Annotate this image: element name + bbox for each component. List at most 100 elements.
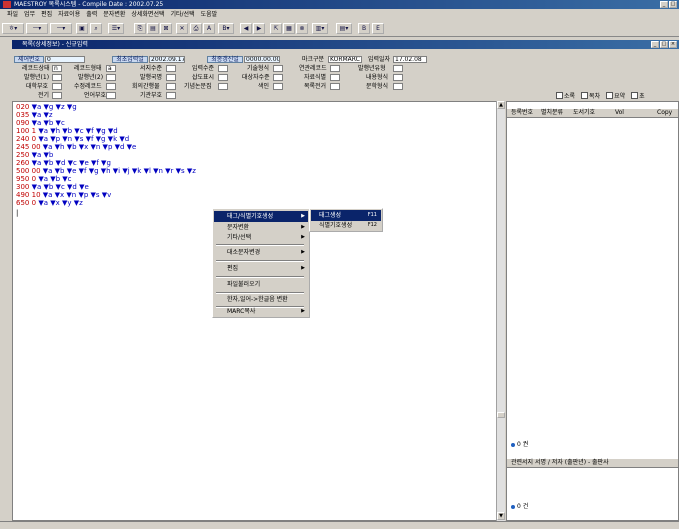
close-doc-icon[interactable]: ⊗ bbox=[296, 23, 308, 34]
export-icon[interactable]: E bbox=[372, 23, 384, 34]
menu-print[interactable]: 출력 bbox=[83, 10, 100, 19]
illus-field[interactable] bbox=[218, 74, 228, 81]
marc-line[interactable]: 020 ▼a ▼g ▼z ▼g bbox=[16, 103, 77, 111]
control-number-label: 제어번호 bbox=[14, 56, 44, 63]
menu-item-marc-copy[interactable]: MARC복사 ▶ bbox=[214, 306, 308, 317]
scroll-down-icon[interactable]: ▼ bbox=[497, 512, 505, 520]
input-level-field[interactable] bbox=[218, 65, 228, 72]
marc-line[interactable]: 500 00 ▼a ▼b ▼e ▼f ▼g ▼h ▼i ▼j ▼k ▼l ▼n … bbox=[16, 167, 196, 175]
menu-item-edit[interactable]: 편집 ▶ bbox=[214, 263, 308, 274]
menu-file[interactable]: 파일 bbox=[4, 10, 21, 19]
menu-etc[interactable]: 기타/선택 bbox=[168, 10, 198, 19]
sub-minimize-icon[interactable]: _ bbox=[651, 41, 659, 48]
copy-icon[interactable]: ⎘ bbox=[134, 23, 146, 34]
modified-rec-field[interactable] bbox=[106, 83, 116, 90]
marc-line[interactable]: 245 00 ▼a ▼h ▼b ▼x ▼n ▼p ▼d ▼e bbox=[16, 143, 136, 151]
save-icon[interactable]: ▣ bbox=[76, 23, 88, 34]
control-number-field[interactable]: 0 bbox=[45, 56, 85, 63]
festschrift-field[interactable] bbox=[218, 83, 228, 90]
toolbar-combo-3[interactable]: ㅡ▾ bbox=[50, 23, 72, 34]
lang-code-field[interactable] bbox=[106, 92, 116, 99]
marc-line[interactable]: 250 ▼a ▼b bbox=[16, 151, 53, 159]
marc-line[interactable]: 650 0 ▼a ▼x ▼y ▼z bbox=[16, 199, 83, 207]
literary-form-field[interactable] bbox=[393, 83, 403, 90]
menu-item-load-file[interactable]: 파일불러오기 bbox=[214, 279, 308, 290]
menu-item-tag-generate[interactable]: 태그/식별기호생성 ▶ bbox=[214, 211, 308, 222]
illus-label: 삽도표시 bbox=[192, 74, 215, 81]
marc-line[interactable]: 260 ▼a ▼b ▼d ▼c ▼e ▼f ▼g bbox=[16, 159, 111, 167]
sub-maximize-icon[interactable]: □ bbox=[660, 41, 668, 48]
delete-icon[interactable]: ✕ bbox=[176, 23, 188, 34]
pub-year1-field[interactable] bbox=[52, 74, 62, 81]
pub-year-type-field[interactable] bbox=[393, 65, 403, 72]
rec-type-field[interactable]: a bbox=[106, 65, 116, 72]
univ-code-field[interactable] bbox=[52, 83, 62, 90]
menu-work[interactable]: 업무 bbox=[21, 10, 38, 19]
menu-data[interactable]: 자료이용 bbox=[55, 10, 83, 19]
rec-status-field[interactable]: n bbox=[52, 65, 62, 72]
select-icon[interactable]: ⇱ bbox=[270, 23, 282, 34]
text-cursor: | bbox=[16, 209, 19, 217]
view-dropdown[interactable]: ▥▾ bbox=[312, 23, 328, 34]
biblio-level-label: 서지수준 bbox=[140, 65, 163, 72]
check-summary[interactable]: 소록 bbox=[556, 91, 575, 100]
org-code-field[interactable] bbox=[166, 92, 176, 99]
desc-form-field[interactable] bbox=[273, 65, 283, 72]
catalog-auth-field[interactable] bbox=[330, 83, 340, 90]
menu-item-hanja-convert[interactable]: 한자,일어->한글음 변환 bbox=[214, 294, 308, 305]
material-id-field[interactable] bbox=[330, 74, 340, 81]
mode-dropdown[interactable]: ▤▾ bbox=[336, 23, 352, 34]
editor-scrollbar[interactable]: ▲ ▼ bbox=[496, 101, 505, 521]
audience-label: 대상자수준 bbox=[242, 74, 270, 81]
sub-close-icon[interactable]: × bbox=[669, 41, 677, 48]
biography-field[interactable] bbox=[52, 92, 62, 99]
marc-line[interactable]: 100 1 ▼a ▼h ▼b ▼c ▼f ▼g ▼d bbox=[16, 127, 118, 135]
marc-line[interactable]: 950 0 ▼a ▼b ▼c bbox=[16, 175, 72, 183]
biblio-level-field[interactable] bbox=[166, 65, 176, 72]
last-update-field[interactable]: 0000.00.00 bbox=[244, 56, 280, 63]
linked-rec-field[interactable] bbox=[330, 65, 340, 72]
check-extra[interactable]: 초 bbox=[631, 91, 645, 100]
marc-line[interactable]: 490 10 ▼a ▼x ▼n ▼p ▼s ▼v bbox=[16, 191, 111, 199]
related-header: 관련서지 서명 / 저자 (출판년) - 출판사 bbox=[507, 458, 678, 468]
input-date-field[interactable]: 17.02.08 bbox=[393, 56, 427, 63]
menu-help[interactable]: 도움말 bbox=[198, 10, 221, 19]
content-form-field[interactable] bbox=[393, 74, 403, 81]
marc-line[interactable]: 240 0 ▼a ▼p ▼n ▼s ▼f ▼g ▼k ▼d bbox=[16, 135, 129, 143]
list-icon[interactable]: ☰▾ bbox=[108, 23, 124, 34]
check-abstract[interactable]: 요약 bbox=[606, 91, 625, 100]
audience-field[interactable] bbox=[273, 74, 283, 81]
bold-dropdown[interactable]: B▾ bbox=[218, 23, 234, 34]
menu-convert[interactable]: 문자변환 bbox=[100, 10, 128, 19]
scroll-up-icon[interactable]: ▲ bbox=[497, 101, 505, 109]
marc-type-select[interactable]: KORMARC bbox=[328, 56, 362, 63]
minimize-icon[interactable]: _ bbox=[660, 1, 668, 8]
font-icon[interactable]: A bbox=[203, 23, 215, 34]
toolbar-combo-2[interactable]: ㅡ▾ bbox=[26, 23, 48, 34]
index-field[interactable] bbox=[273, 83, 283, 90]
marc-line[interactable]: 090 ▼a ▼b ▼c bbox=[16, 119, 65, 127]
maximize-icon[interactable]: □ bbox=[669, 1, 677, 8]
check-toc[interactable]: 목차 bbox=[581, 91, 600, 100]
exit-icon[interactable]: B bbox=[358, 23, 370, 34]
pub-country-field[interactable] bbox=[166, 74, 176, 81]
pub-year2-field[interactable] bbox=[106, 74, 116, 81]
marc-line[interactable]: 300 ▼a ▼b ▼c ▼d ▼e bbox=[16, 183, 89, 191]
find-icon[interactable]: ⌕ bbox=[90, 23, 102, 34]
menu-item-etc[interactable]: 기타/선택 ▶ bbox=[214, 232, 308, 243]
print-icon[interactable]: ⎙ bbox=[190, 23, 202, 34]
first-input-date-field[interactable]: 2002.09.17 bbox=[149, 56, 185, 63]
table-icon[interactable]: ▦ bbox=[283, 23, 295, 34]
scroll-thumb[interactable] bbox=[497, 412, 505, 418]
menu-item-case[interactable]: 대소문자변경 ▶ bbox=[214, 247, 308, 258]
prev-icon[interactable]: ◀ bbox=[240, 23, 252, 34]
menu-edit[interactable]: 편집 bbox=[38, 10, 55, 19]
submenu-subfield-generate[interactable]: 식별기호생성 F12 bbox=[311, 220, 381, 231]
paste-icon[interactable]: ▤ bbox=[147, 23, 159, 34]
next-icon[interactable]: ▶ bbox=[253, 23, 265, 34]
menu-detail-view[interactable]: 상세화면선택 bbox=[128, 10, 167, 19]
toolbar-combo-1[interactable]: ㅎ▾ bbox=[2, 23, 24, 34]
conference-field[interactable] bbox=[166, 83, 176, 90]
marc-line[interactable]: 035 ▼a ▼z bbox=[16, 111, 53, 119]
clear-icon[interactable]: ⊠ bbox=[160, 23, 172, 34]
